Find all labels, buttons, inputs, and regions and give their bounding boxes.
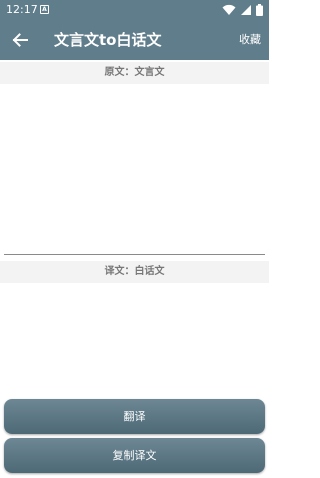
status-time: 12:17: [6, 3, 38, 16]
arrow-left-icon: [12, 33, 28, 47]
page-title: 文言文to白话文: [54, 31, 162, 49]
battery-icon: [256, 4, 263, 16]
notification-icon: A: [40, 5, 49, 14]
copy-translation-button[interactable]: 复制译文: [4, 438, 265, 473]
wifi-icon: [222, 4, 236, 15]
input-underline: [4, 254, 265, 255]
translation-output: [0, 283, 269, 395]
back-button[interactable]: [8, 28, 32, 52]
favorite-button[interactable]: 收藏: [239, 32, 261, 48]
app-bar: 文言文to白话文 收藏: [0, 20, 269, 60]
status-bar: 12:17 A: [0, 0, 269, 20]
signal-icon: [241, 5, 251, 15]
target-header: 译文：白话文: [0, 261, 269, 283]
source-header: 原文：文言文: [0, 62, 269, 84]
status-icons: [222, 3, 263, 17]
source-text-input[interactable]: [0, 84, 269, 254]
translate-button[interactable]: 翻译: [4, 399, 265, 434]
